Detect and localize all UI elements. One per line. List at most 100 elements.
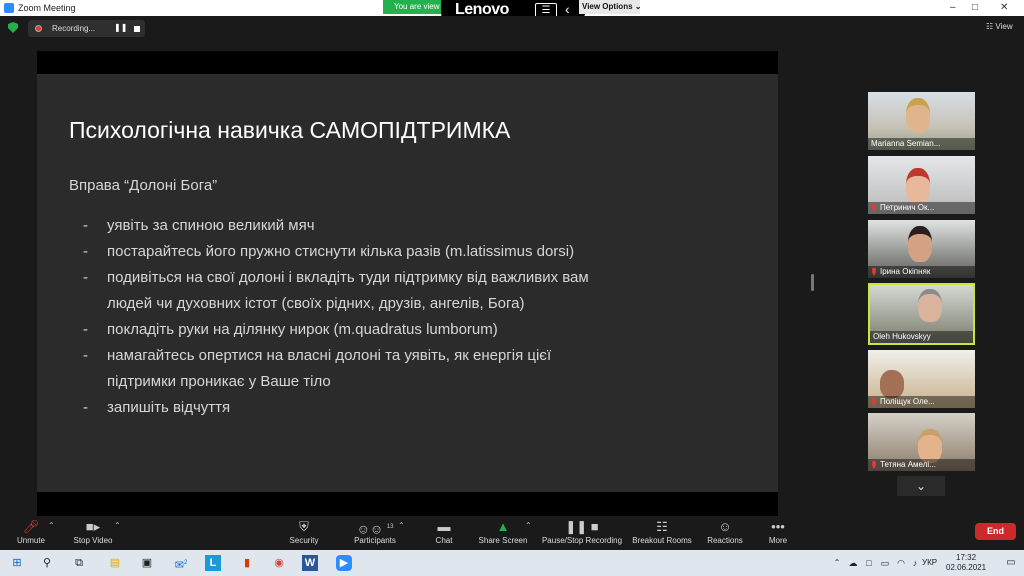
gallery-scroll-down-button[interactable]: ⌄ (897, 476, 945, 496)
pause-stop-recording-label: Pause/Stop Recording (541, 536, 623, 545)
task-view-icon[interactable]: ⧉ (70, 554, 88, 572)
bullet-text-line: людей чи духовних істот (своїх рідних, д… (107, 295, 525, 312)
participant-name: Петринич Ок... (880, 203, 935, 212)
participant-tile-active-speaker[interactable]: Oleh Hukovskyy (868, 283, 975, 345)
maximize-icon[interactable]: □ (972, 2, 978, 13)
participant-tile[interactable]: Поліщук Оле... (868, 350, 975, 408)
participant-name-bar: Петринич Ок... (868, 202, 975, 214)
store-icon[interactable]: ▣ (138, 554, 156, 572)
slide-bullet: - подивіться на свої долоні і вкладіть ту… (83, 265, 763, 317)
participant-video (918, 429, 942, 463)
participant-tile[interactable]: Ірина Окіпняк (868, 220, 975, 278)
bullet-dash: - (83, 321, 88, 338)
lync-app-icon[interactable]: L (205, 555, 221, 571)
participant-name-bar: Ірина Окіпняк (868, 266, 975, 278)
reactions-button[interactable]: ☺ Reactions (704, 516, 746, 550)
view-options-label: View Options (582, 2, 633, 11)
share-options-caret-icon[interactable]: ⌃ (525, 521, 532, 530)
clock-date: 02.06.2021 (946, 563, 987, 572)
security-button[interactable]: ⛨ Security (284, 516, 324, 550)
bullet-dash: - (83, 399, 88, 416)
more-dots-icon: ••• (771, 519, 785, 534)
windows-taskbar: ⊞ ⚲ ⧉ ▤ ▣ ✉2 L ▮ ◉ W ▶ ⌃ ☁ □ ▭ ◠ ♪ УКР 1… (0, 550, 1024, 576)
video-options-caret-icon[interactable]: ⌃ (114, 521, 121, 530)
pause-icon[interactable]: ❚❚ (114, 23, 127, 32)
close-icon[interactable]: ✕ (1000, 2, 1008, 13)
bullet-text-line: намагайтесь опертися на власні долоні та… (107, 347, 552, 364)
chevron-down-icon: ⌄ (634, 2, 642, 11)
participants-label: Participants (354, 536, 396, 545)
office-icon[interactable]: ▮ (238, 554, 256, 572)
notifications-icon[interactable]: ▭ (1002, 554, 1020, 572)
shared-screen: Психологічна навичка САМОПІДТРИМКА Вправ… (37, 51, 778, 516)
breakout-rooms-icon: ☷ (656, 519, 668, 534)
participant-tile[interactable]: Тетяна Амелі... (868, 413, 975, 471)
slide-bullet: - намагайтесь опертися на власні долоні т… (83, 343, 763, 395)
chrome-icon[interactable]: ◉ (270, 554, 288, 572)
muted-mic-icon: 🎤︎ (22, 519, 40, 534)
participant-name-bar: Поліщук Оле... (868, 396, 975, 408)
stop-icon[interactable] (134, 26, 140, 32)
record-dot-icon (35, 25, 42, 32)
bullet-text-line: подивіться на свої долоні і вкладіть туд… (107, 269, 589, 286)
bullet-dash: - (83, 217, 88, 234)
chat-bubble-icon: ▬ (437, 519, 451, 534)
participant-name-bar: Marianna Semian... (868, 138, 975, 150)
participant-tile[interactable]: Петринич Ок... (868, 156, 975, 214)
window-title: Zoom Meeting (18, 3, 76, 13)
participant-name-bar: Тетяна Амелі... (868, 459, 975, 471)
participants-count: 13 (386, 524, 394, 530)
taskbar-clock[interactable]: 17:32 02.06.2021 (946, 553, 986, 573)
meeting-toolbar: 🎤︎ Unmute ⌃ ■▸ Stop Video ⌃ ⛨ Security ☺… (0, 516, 1024, 550)
mail-icon[interactable]: ✉2 (172, 554, 190, 572)
search-icon[interactable]: ⚲ (38, 554, 56, 572)
language-indicator[interactable]: УКР (922, 558, 937, 567)
chat-button[interactable]: ▬ Chat (430, 516, 458, 550)
bullet-text-line: підтримки проникає у Ваше тіло (107, 373, 331, 390)
participant-name-bar: Oleh Hukovskyy (870, 331, 973, 343)
chevron-left-icon[interactable]: ‹ (565, 1, 570, 17)
split-divider-handle[interactable] (811, 274, 814, 291)
slide-bullet: - уявіть за спиною великий мяч (83, 213, 763, 239)
meeting-topbar: Recording... ❚❚ ☷ View (0, 16, 1024, 40)
bullet-dash: - (83, 269, 88, 286)
clock-time: 17:32 (956, 553, 977, 562)
participant-video (906, 98, 930, 133)
slide-subtitle: Вправа “Долоні Бога” (69, 177, 218, 194)
slide-bullet-list: - уявіть за спиною великий мяч - постарайте… (83, 213, 763, 421)
recording-indicator: Recording... ❚❚ (28, 20, 145, 37)
bullet-text-line: уявіть за спиною великий мяч (107, 217, 315, 234)
share-screen-icon: ▲ (496, 519, 510, 534)
video-camera-icon: ■▸ (85, 519, 101, 534)
file-explorer-icon[interactable]: ▤ (106, 554, 124, 572)
windows-start-icon[interactable]: ⊞ (8, 554, 26, 572)
unmute-button[interactable]: 🎤︎ Unmute (12, 516, 50, 550)
view-button[interactable]: ☷ View (986, 22, 1013, 31)
more-button[interactable]: ••• More (764, 516, 792, 550)
participant-tile[interactable]: Marianna Semian... (868, 92, 975, 150)
minimize-icon[interactable]: – (950, 2, 956, 13)
pause-stop-icon: ❚❚ ■ (565, 519, 599, 534)
muted-mic-icon (872, 268, 876, 276)
participant-name: Поліщук Оле... (880, 397, 935, 406)
participant-name: Marianna Semian... (871, 139, 941, 148)
participants-button[interactable]: ☺☺ 13 Participants (348, 516, 402, 550)
breakout-rooms-button[interactable]: ☷ Breakout Rooms (632, 516, 692, 550)
pause-stop-recording-button[interactable]: ❚❚ ■ Pause/Stop Recording (540, 516, 624, 550)
muted-mic-icon (872, 204, 876, 212)
audio-options-caret-icon[interactable]: ⌃ (48, 521, 55, 530)
muted-mic-icon (872, 398, 876, 406)
participants-options-caret-icon[interactable]: ⌃ (398, 521, 405, 530)
bullet-text-line: запишіть відчуття (107, 399, 231, 416)
stop-video-button[interactable]: ■▸ Stop Video (68, 516, 118, 550)
view-options-button[interactable]: View Options ⌄ (579, 0, 642, 14)
word-icon[interactable]: W (302, 555, 318, 571)
end-meeting-button[interactable]: End (975, 523, 1016, 540)
presentation-slide: Психологічна навичка САМОПІДТРИМКА Вправ… (37, 74, 778, 492)
reactions-label: Reactions (707, 536, 743, 545)
participant-video (880, 370, 904, 398)
share-screen-button[interactable]: ▲ Share Screen (478, 516, 528, 550)
participant-video (908, 226, 932, 262)
encryption-shield-icon[interactable] (8, 22, 18, 33)
zoom-taskbar-icon[interactable]: ▶ (336, 555, 352, 571)
